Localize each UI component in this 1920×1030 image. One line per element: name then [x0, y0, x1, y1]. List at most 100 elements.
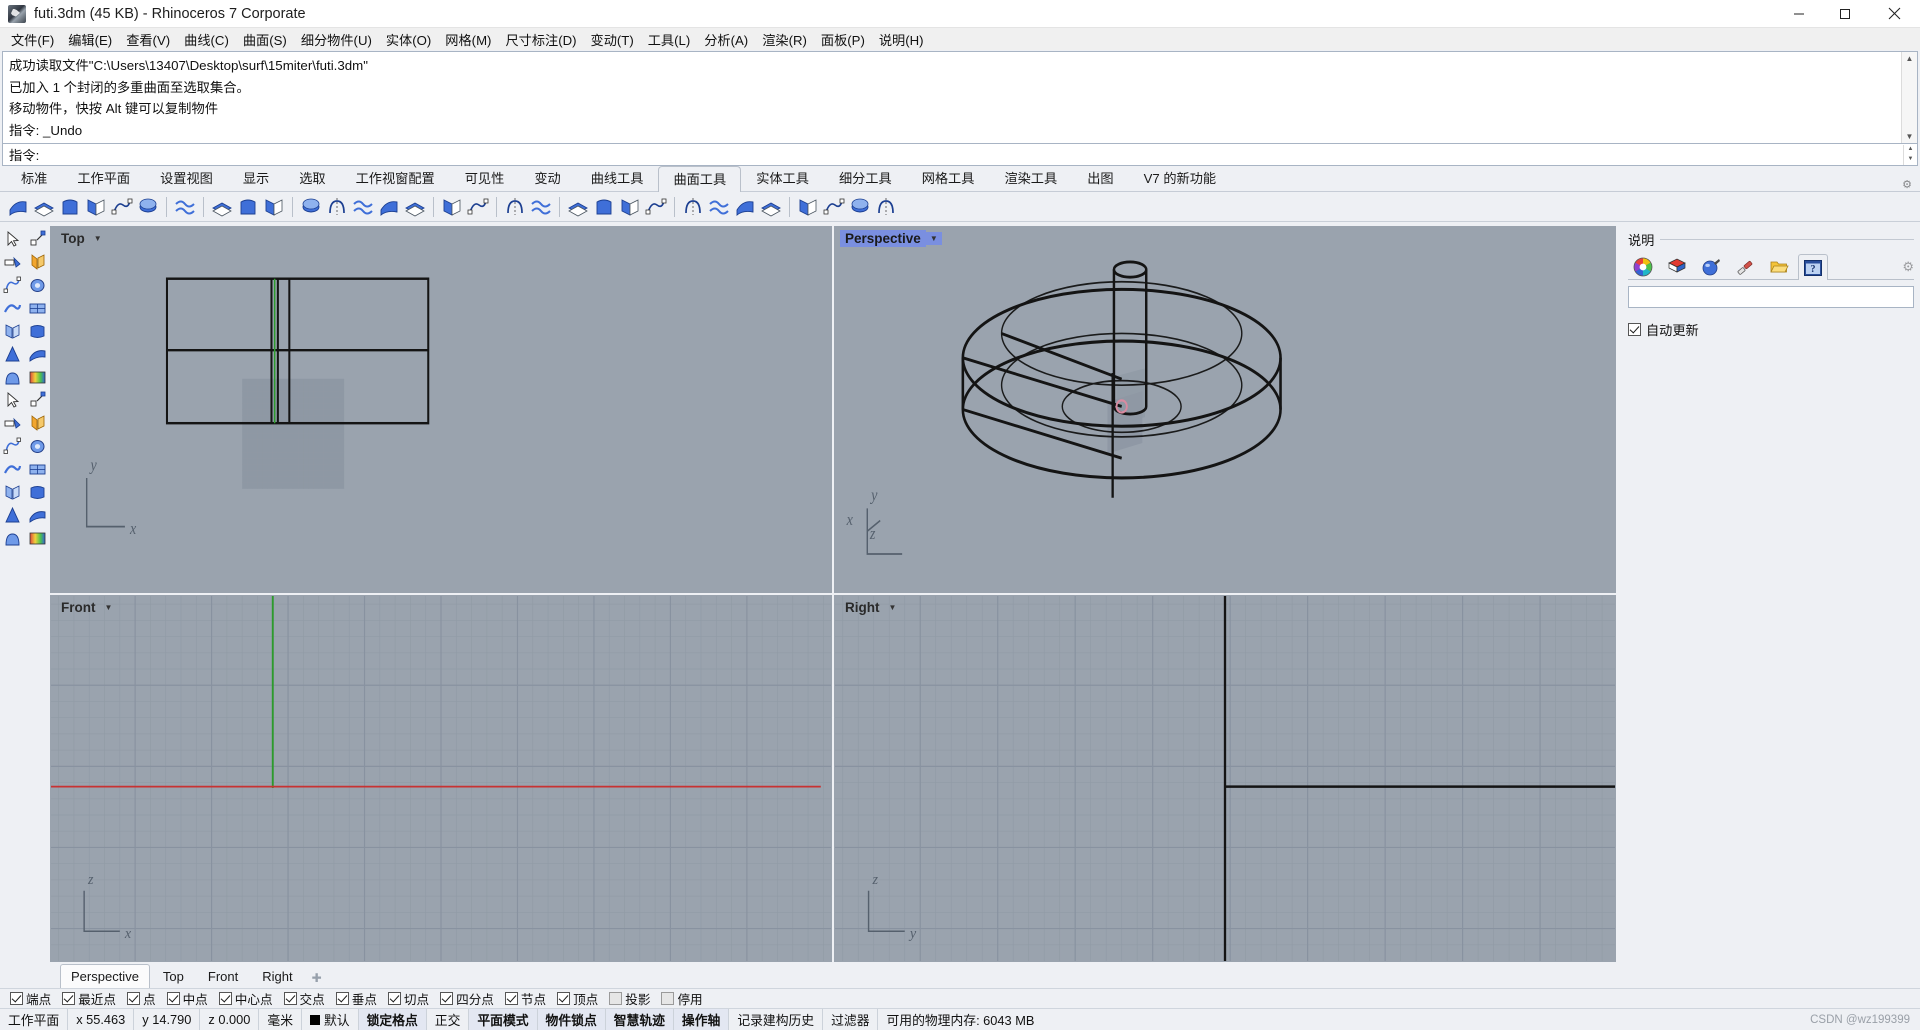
osnap-checkbox[interactable]: [387, 992, 401, 1005]
osnap-checkbox[interactable]: [62, 992, 76, 1005]
osnap-item-9[interactable]: 节点: [501, 989, 550, 1008]
minimize-button[interactable]: [1776, 0, 1822, 28]
viewport-right-dropdown-icon[interactable]: ▼: [885, 601, 901, 614]
panel-tab-material-sphere-icon[interactable]: [1696, 253, 1726, 279]
surface-points-icon[interactable]: [25, 297, 50, 320]
deg-icon[interactable]: [466, 195, 490, 219]
scroll-up-icon[interactable]: ▲: [1906, 52, 1914, 65]
offset-surface-icon[interactable]: [503, 195, 527, 219]
select-window-icon[interactable]: [25, 228, 50, 251]
panel-tab-help-icon[interactable]: ?: [1798, 254, 1828, 280]
panel-tab-paintbrush-icon[interactable]: [1730, 253, 1760, 279]
surface-extrude-icon[interactable]: [136, 195, 160, 219]
cone-surface-icon[interactable]: [0, 458, 25, 481]
ribbon-tab-whatsnew[interactable]: V7 的新功能: [1129, 165, 1232, 191]
menu-item-edit[interactable]: 编辑(E): [61, 28, 119, 51]
viewport-front-label[interactable]: Front ▼: [56, 599, 116, 616]
ribbon-tab-standard[interactable]: 标准: [6, 165, 62, 191]
plane-3point-icon[interactable]: [25, 366, 50, 389]
tube-icon[interactable]: [25, 435, 50, 458]
heightfield-grid-icon[interactable]: [25, 412, 50, 435]
osnap-checkbox[interactable]: [557, 992, 571, 1005]
status-toggle-smarttrack[interactable]: 智慧轨迹: [605, 1009, 674, 1030]
viewport-top-label[interactable]: Top ▼: [56, 230, 106, 247]
status-toggle-history[interactable]: 记录建构历史: [729, 1009, 824, 1030]
add-viewport-icon[interactable]: ✚: [306, 968, 328, 988]
viewport-tab-perspective[interactable]: Perspective: [60, 964, 150, 988]
osnap-checkbox[interactable]: [661, 992, 675, 1005]
ribbon-tab-surfacetools[interactable]: 曲面工具: [658, 166, 742, 192]
viewport-top-dropdown-icon[interactable]: ▼: [90, 232, 106, 245]
extrude-curve-icon[interactable]: [325, 195, 349, 219]
drape-mesh-icon[interactable]: [25, 527, 50, 550]
ribbon-tab-rendertools[interactable]: 渲染工具: [989, 165, 1072, 191]
menu-item-curve[interactable]: 曲线(C): [177, 28, 236, 51]
viewport-right-label[interactable]: Right ▼: [840, 599, 900, 616]
osnap-checkbox[interactable]: [10, 992, 23, 1005]
surface-chamfer-icon[interactable]: [592, 195, 616, 219]
menu-item-surface[interactable]: 曲面(S): [236, 28, 294, 51]
viewport-tab-right[interactable]: Right: [251, 964, 303, 988]
osnap-item-10[interactable]: 顶点: [553, 989, 602, 1008]
menu-item-transform[interactable]: 变动(T): [584, 28, 641, 51]
split-surface-icon[interactable]: [707, 195, 731, 219]
status-toggle-osnap[interactable]: 物件锁点: [537, 1009, 606, 1030]
scroll-down-icon[interactable]: ▼: [1906, 130, 1914, 143]
revolve-solid-icon[interactable]: [0, 527, 25, 550]
surface-fillet-icon[interactable]: [566, 195, 590, 219]
status-toggle-planar[interactable]: 平面模式: [469, 1009, 538, 1030]
osnap-item-1[interactable]: 最近点: [58, 989, 120, 1008]
status-toggle-ortho[interactable]: 正交: [427, 1009, 470, 1030]
ribbon-tab-curvetools[interactable]: 曲线工具: [576, 165, 659, 191]
viewport-tab-top[interactable]: Top: [152, 964, 195, 988]
help-search-box[interactable]: [1628, 286, 1914, 308]
extrude-curve-tapered-icon[interactable]: [351, 195, 375, 219]
surface-from-planar-curves-icon[interactable]: [32, 195, 56, 219]
panel-tab-open-folder-icon[interactable]: [1764, 253, 1794, 279]
surface-network-icon[interactable]: [25, 389, 50, 412]
viewport-perspective-name[interactable]: Perspective: [840, 230, 926, 247]
control-points-on-icon[interactable]: [0, 297, 25, 320]
menu-item-file[interactable]: 文件(F): [4, 28, 61, 51]
surface-blend-icon[interactable]: [0, 343, 25, 366]
menu-item-help[interactable]: 说明(H): [872, 28, 931, 51]
menu-item-solid[interactable]: 实体(O): [379, 28, 438, 51]
select-arrow-icon[interactable]: [0, 228, 25, 251]
command-history-scrollbar[interactable]: ▲ ▼: [1901, 52, 1917, 143]
sweep1-icon[interactable]: [0, 504, 25, 527]
surface-from-edge-curves-icon[interactable]: [6, 195, 30, 219]
status-units[interactable]: 毫米: [259, 1009, 302, 1030]
ribbon-tab-display[interactable]: 显示: [228, 165, 284, 191]
osnap-checkbox[interactable]: [335, 992, 349, 1005]
ribbon-tab-transform[interactable]: 变动: [519, 165, 575, 191]
extrude-surface-icon[interactable]: [0, 412, 25, 435]
merge-surface-icon[interactable]: [644, 195, 668, 219]
surface-corner-points-icon[interactable]: [84, 195, 108, 219]
ribbon-tab-select[interactable]: 选取: [284, 165, 340, 191]
ribbon-tab-visibility[interactable]: 可见性: [450, 165, 520, 191]
rail-revolve-icon[interactable]: [236, 195, 260, 219]
osnap-item-3[interactable]: 中点: [163, 989, 212, 1008]
osnap-checkbox[interactable]: [440, 992, 454, 1005]
join-icon[interactable]: [25, 274, 50, 297]
viewport-perspective-dropdown-icon[interactable]: ▼: [925, 232, 942, 245]
viewport-top[interactable]: y x Top ▼: [50, 226, 832, 593]
viewport-front-dropdown-icon[interactable]: ▼: [101, 601, 117, 614]
revolve-icon[interactable]: [210, 195, 234, 219]
ribbon-tab-drafting[interactable]: 出图: [1072, 165, 1128, 191]
menu-item-panels[interactable]: 面板(P): [814, 28, 872, 51]
rebuild-surface-icon[interactable]: [796, 195, 820, 219]
ribbon-tab-cplane[interactable]: 工作平面: [62, 165, 145, 191]
heightfield-icon[interactable]: [874, 195, 898, 219]
unroll-surface-icon[interactable]: [822, 195, 846, 219]
command-input[interactable]: [39, 147, 1903, 162]
osnap-checkbox[interactable]: [126, 992, 140, 1005]
untrim-icon[interactable]: [681, 195, 705, 219]
osnap-item-2[interactable]: 点: [123, 989, 160, 1008]
spinner-down-icon[interactable]: ▼: [1904, 155, 1917, 165]
osnap-checkbox[interactable]: [218, 992, 232, 1005]
surface-fit-icon[interactable]: [173, 195, 197, 219]
osnap-item-0[interactable]: 端点: [6, 989, 55, 1008]
trim-icon[interactable]: [0, 251, 25, 274]
spinner-up-icon[interactable]: ▲: [1904, 145, 1917, 155]
